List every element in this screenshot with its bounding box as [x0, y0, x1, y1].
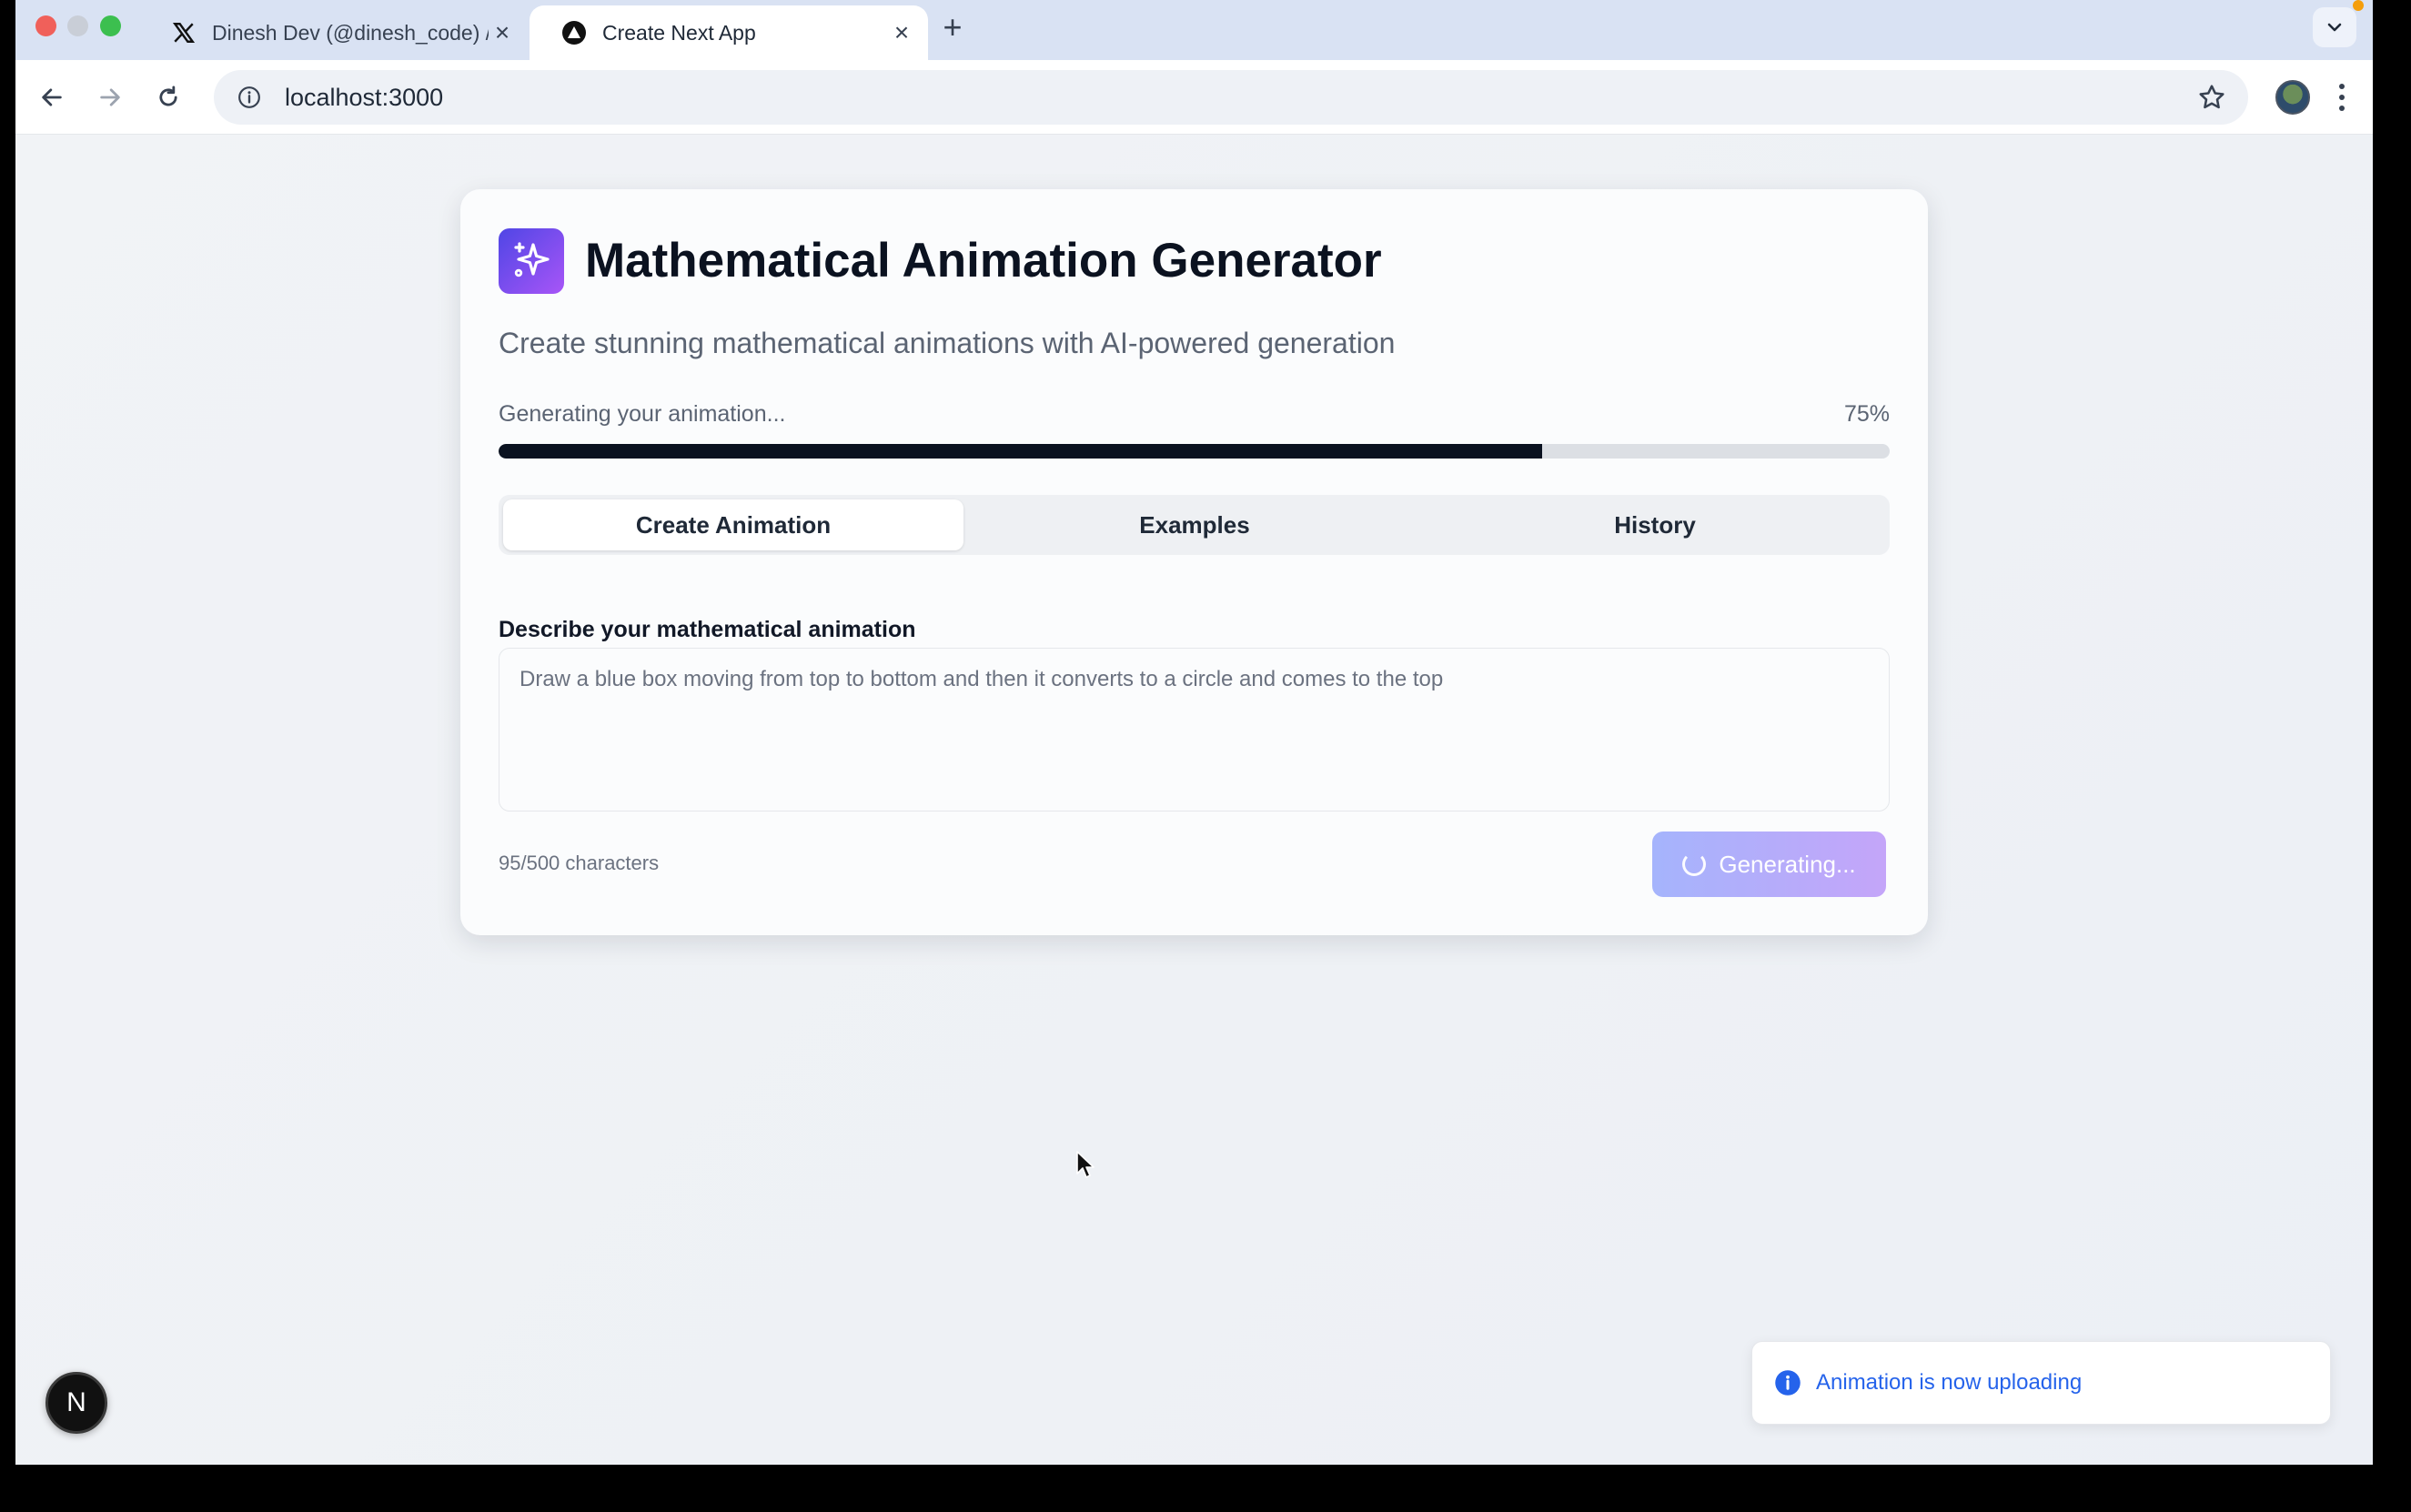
reload-icon: [159, 86, 177, 106]
new-tab-button[interactable]: +: [934, 9, 971, 45]
generate-button-label: Generating...: [1719, 850, 1856, 878]
chevron-down-icon: [2327, 23, 2342, 32]
x-logo-icon: [170, 19, 197, 46]
arrow-right-icon: [100, 88, 120, 106]
mouse-pointer-icon: [1076, 1151, 1095, 1178]
close-window-button[interactable]: [35, 15, 56, 36]
info-icon: [1775, 1370, 1801, 1396]
tab-history[interactable]: History: [1425, 499, 1885, 550]
site-info-icon[interactable]: [236, 84, 263, 111]
tab-create-animation[interactable]: Create Animation: [503, 499, 963, 550]
tab-close-icon[interactable]: ×: [888, 19, 915, 46]
arrow-left-icon: [42, 88, 62, 106]
minimize-window-button[interactable]: [67, 15, 88, 36]
progress-bar: [499, 444, 1890, 459]
maximize-window-button[interactable]: [100, 15, 121, 36]
prompt-textarea[interactable]: Draw a blue box moving from top to botto…: [499, 648, 1890, 811]
profile-avatar[interactable]: [2275, 80, 2310, 115]
prompt-label: Describe your mathematical animation: [499, 617, 916, 642]
character-count: 95/500 characters: [499, 852, 660, 874]
notification-dot: [2353, 0, 2364, 11]
page-title: Mathematical Animation Generator: [585, 234, 1382, 287]
tab-search-button[interactable]: [2313, 7, 2356, 47]
browser-tab-x[interactable]: Dinesh Dev (@dinesh_code) / ×: [148, 5, 529, 60]
browser-menu-icon[interactable]: [2331, 78, 2353, 116]
page-content: Mathematical Animation Generator Create …: [15, 135, 2373, 1465]
spinner-icon: [1682, 852, 1707, 876]
generate-button[interactable]: Generating...: [1652, 832, 1886, 897]
bookmark-star-icon[interactable]: [2197, 83, 2226, 112]
progress-percent: 75%: [1843, 401, 1890, 427]
browser-window: Dinesh Dev (@dinesh_code) / × Create Nex…: [15, 0, 2373, 1465]
address-bar[interactable]: localhost:3000: [214, 70, 2248, 125]
forward-button[interactable]: [92, 79, 128, 116]
back-button[interactable]: [34, 79, 70, 116]
toast-notification: Animation is now uploading: [1751, 1341, 2331, 1425]
tab-strip: Dinesh Dev (@dinesh_code) / × Create Nex…: [15, 0, 2373, 60]
generator-card: Mathematical Animation Generator Create …: [460, 189, 1928, 935]
nextjs-dev-indicator[interactable]: N: [45, 1372, 107, 1434]
tab-title: Create Next App: [602, 20, 756, 45]
browser-toolbar: localhost:3000: [15, 60, 2373, 135]
url-text: localhost:3000: [285, 83, 444, 111]
toast-message: Animation is now uploading: [1816, 1370, 2083, 1395]
reload-button[interactable]: [150, 79, 187, 116]
nextjs-logo-letter: N: [66, 1387, 86, 1417]
sparkles-icon: [499, 228, 564, 294]
progress-label: Generating your animation...: [499, 401, 786, 427]
tab-examples[interactable]: Examples: [964, 499, 1425, 550]
tab-title: Dinesh Dev (@dinesh_code) /: [212, 20, 489, 45]
page-subtitle: Create stunning mathematical animations …: [499, 327, 1396, 359]
browser-tab-create-next-app[interactable]: Create Next App ×: [530, 5, 928, 60]
vercel-triangle-icon: [560, 19, 588, 46]
progress-bar-fill: [499, 444, 1542, 459]
mode-tabs: Create Animation Examples History: [499, 495, 1890, 555]
tab-close-icon[interactable]: ×: [489, 19, 516, 46]
